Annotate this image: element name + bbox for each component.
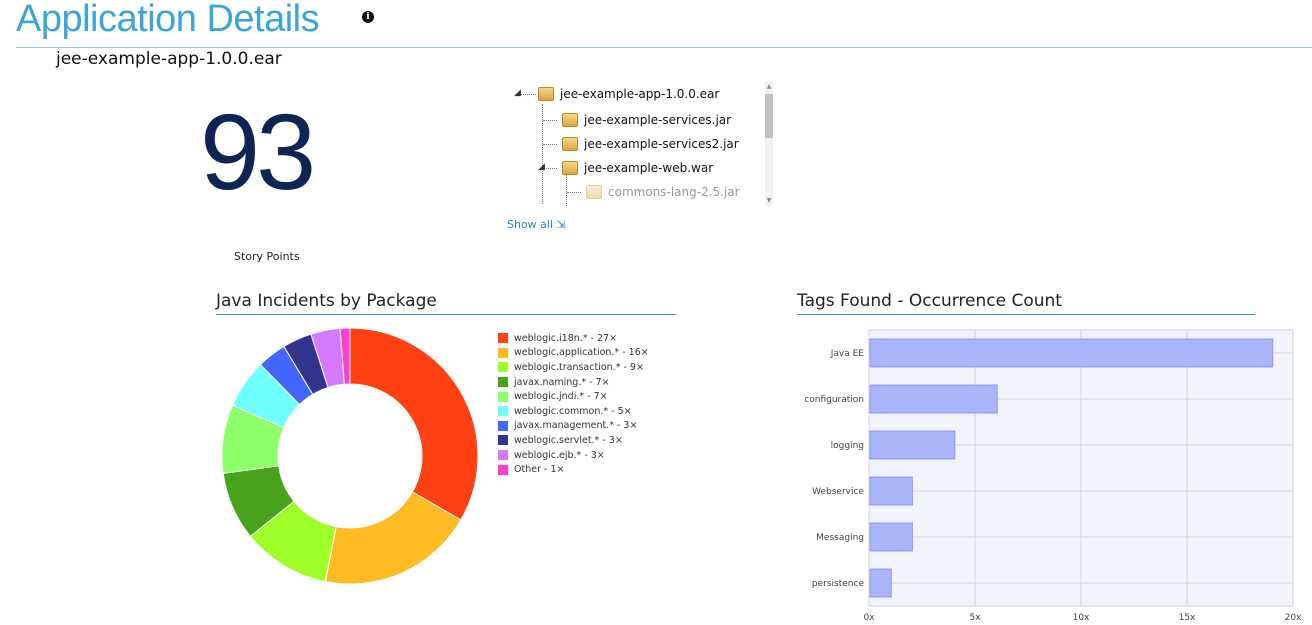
legend-swatch	[498, 420, 508, 431]
x-tick-label: 0x	[863, 613, 875, 623]
scroll-up-arrow-icon[interactable]: ▲	[765, 84, 773, 90]
legend-swatch	[498, 333, 508, 344]
legend-label: weblogic.jndi.* - 7×	[514, 391, 608, 403]
x-tick-label: 5x	[969, 613, 981, 623]
legend-swatch	[498, 391, 508, 402]
donut-slice-weblogic-i18n[interactable]	[349, 327, 479, 521]
y-tick-label: Webservice	[812, 487, 864, 497]
tree-node-services2[interactable]: jee-example-services2.jar	[562, 134, 739, 154]
y-tick-label: Messaging	[816, 533, 864, 543]
tree-node-label: commons-lang-2.5.jar	[608, 185, 740, 199]
x-tick-label: 20x	[1285, 613, 1302, 623]
legend-swatch	[498, 450, 508, 461]
tree-expander-web[interactable]: ◢	[538, 162, 545, 172]
legend-item[interactable]: weblogic.transaction.* - 9×	[498, 360, 649, 375]
legend-label: Other - 1×	[514, 464, 565, 476]
tag-bar-configuration[interactable]	[869, 384, 998, 414]
x-tick-label: 10x	[1073, 613, 1090, 623]
legend-item[interactable]: weblogic.i18n.* - 27×	[498, 331, 649, 346]
scroll-down-arrow-icon[interactable]: ▼	[765, 198, 773, 204]
legend-swatch	[498, 406, 508, 417]
y-tick-label: configuration	[804, 395, 864, 405]
story-points-value: 93	[200, 91, 316, 212]
tree-node-commons-lang[interactable]: commons-lang-2.5.jar	[586, 182, 740, 202]
y-tick-label: logging	[831, 441, 864, 451]
y-tick-label: persistence	[812, 579, 865, 589]
folder-icon	[562, 113, 578, 127]
tags-bar-chart: 0x 5x 10x 15x 20x Java EE configuration logging…	[804, 329, 1302, 623]
show-all-link[interactable]: Show all ⇲	[507, 218, 566, 231]
legend-label: weblogic.common.* - 5×	[514, 405, 632, 417]
tree-expander-root[interactable]: ◢	[514, 88, 521, 98]
tree-node-label: jee-example-services2.jar	[584, 137, 739, 151]
folder-icon	[538, 87, 554, 101]
tree-scrollbar[interactable]: ▲ ▼	[763, 82, 775, 206]
legend-item[interactable]: weblogic.servlet.* - 3×	[498, 433, 649, 448]
legend-swatch	[498, 377, 508, 388]
incidents-donut-chart	[221, 327, 479, 585]
application-name: jee-example-app-1.0.0.ear	[56, 49, 282, 69]
page-title: Application Details	[16, 0, 320, 40]
folder-icon	[562, 137, 578, 151]
incidents-legend: weblogic.i18n.* - 27× weblogic.applicatio…	[498, 331, 649, 477]
tags-title-rule	[797, 314, 1255, 315]
legend-swatch	[498, 435, 508, 446]
scrollbar-thumb[interactable]	[765, 94, 773, 138]
legend-item[interactable]: javax.naming.* - 7×	[498, 375, 649, 390]
legend-item[interactable]: weblogic.application.* - 16×	[498, 346, 649, 361]
folder-icon	[562, 161, 578, 175]
tree-node-services[interactable]: jee-example-services.jar	[562, 110, 731, 130]
title-divider	[16, 47, 1312, 48]
tag-bar-java-ee[interactable]	[869, 338, 1274, 368]
x-tick-label: 15x	[1179, 613, 1196, 623]
info-icon[interactable]: i	[362, 11, 374, 23]
tree-node-web[interactable]: jee-example-web.war	[562, 158, 713, 178]
legend-swatch	[498, 362, 508, 373]
legend-label: weblogic.i18n.* - 27×	[514, 332, 618, 344]
incidents-chart-title: Java Incidents by Package	[216, 291, 437, 311]
legend-label: javax.naming.* - 7×	[514, 376, 610, 388]
tags-chart-title: Tags Found - Occurrence Count	[797, 291, 1062, 311]
legend-swatch	[498, 347, 508, 358]
incidents-title-rule	[216, 314, 676, 315]
legend-item[interactable]: Other - 1×	[498, 462, 649, 477]
tree-node-label: jee-example-web.war	[584, 161, 714, 175]
legend-item[interactable]: weblogic.ejb.* - 3×	[498, 448, 649, 463]
tag-bar-webservice[interactable]	[869, 476, 913, 506]
tree-node-root[interactable]: jee-example-app-1.0.0.ear	[538, 84, 719, 104]
y-tick-label: Java EE	[830, 349, 865, 359]
legend-label: javax.management.* - 3×	[514, 420, 638, 432]
tag-bar-logging[interactable]	[869, 430, 956, 460]
legend-label: weblogic.transaction.* - 9×	[514, 361, 644, 373]
archive-tree: ◢ ◢ jee-example-app-1.0.0.ear jee-exampl…	[506, 80, 776, 206]
tag-bar-persistence[interactable]	[869, 568, 892, 598]
legend-label: weblogic.application.* - 16×	[514, 347, 649, 359]
legend-label: weblogic.servlet.* - 3×	[514, 434, 623, 446]
legend-item[interactable]: javax.management.* - 3×	[498, 419, 649, 434]
legend-item[interactable]: weblogic.jndi.* - 7×	[498, 389, 649, 404]
legend-swatch	[498, 464, 508, 475]
tree-node-label: jee-example-services.jar	[584, 113, 732, 127]
folder-icon	[586, 185, 602, 199]
legend-item[interactable]: weblogic.common.* - 5×	[498, 404, 649, 419]
story-points-label: Story Points	[234, 250, 300, 263]
legend-label: weblogic.ejb.* - 3×	[514, 449, 605, 461]
tag-bar-messaging[interactable]	[869, 522, 913, 552]
tree-node-label: jee-example-app-1.0.0.ear	[560, 87, 720, 101]
